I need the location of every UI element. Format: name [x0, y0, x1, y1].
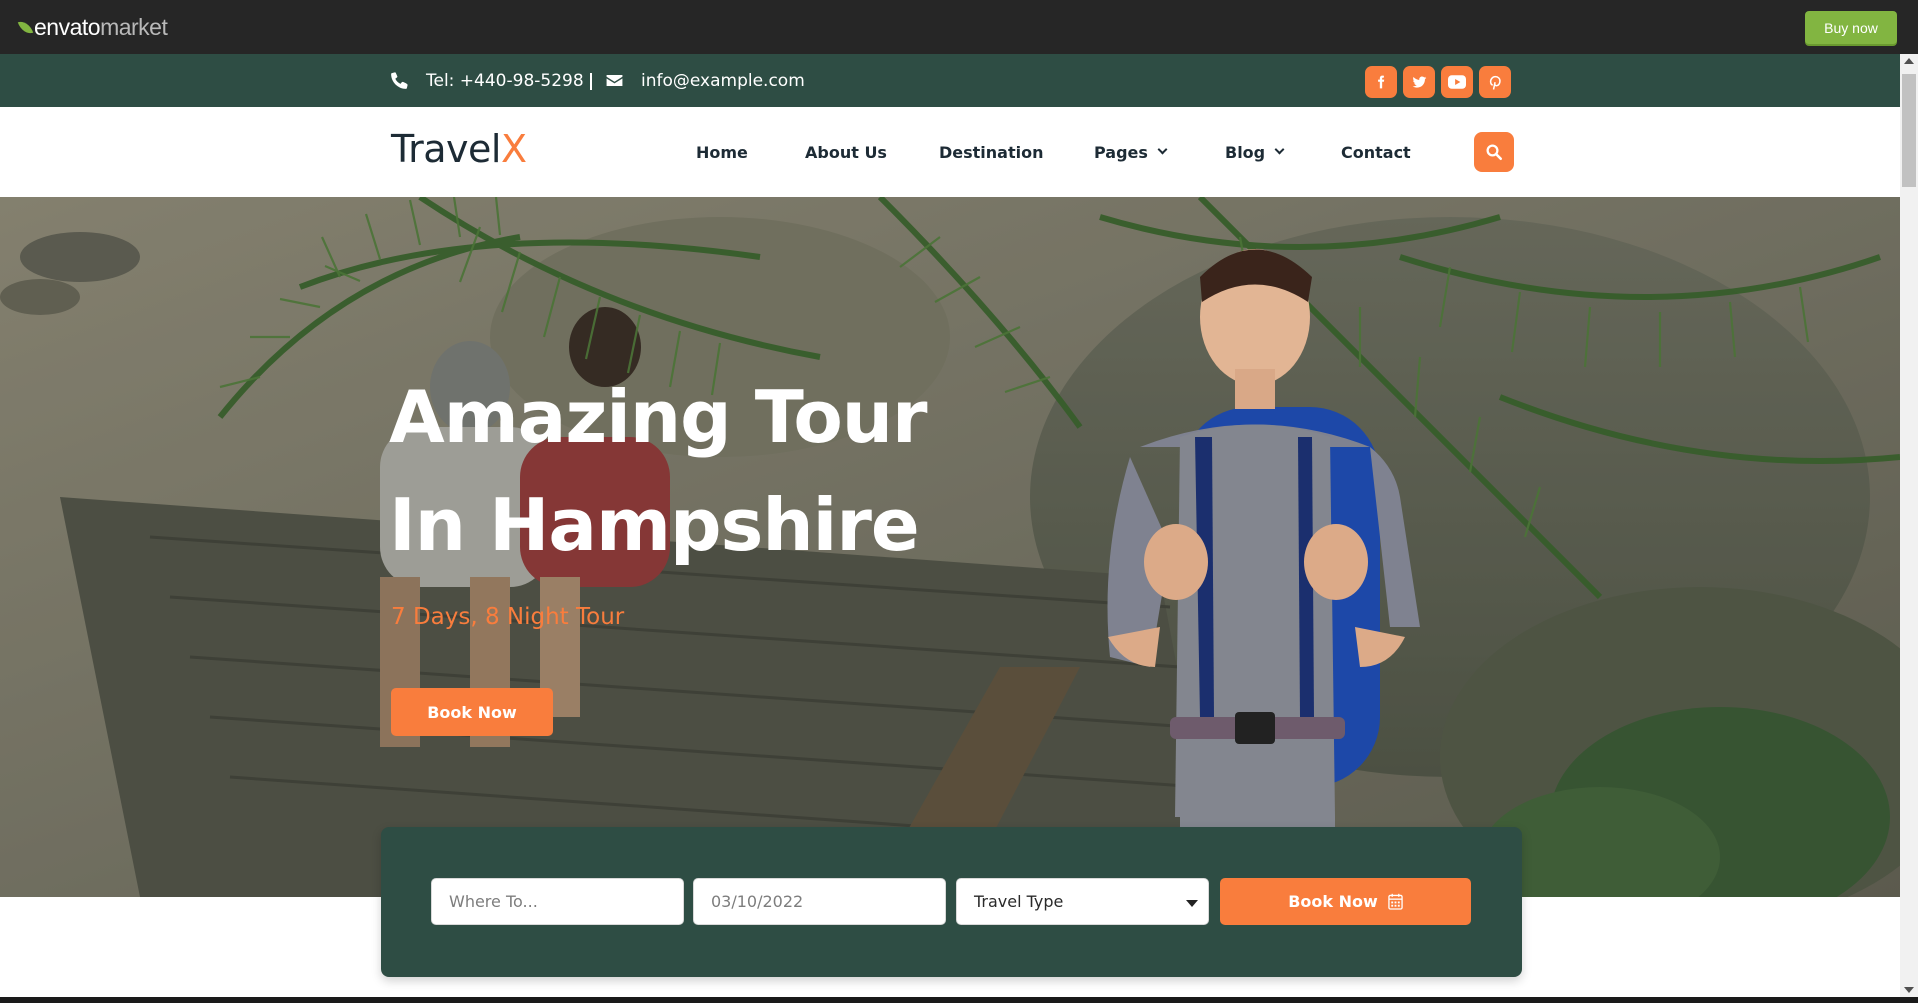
phone-number[interactable]: Tel: +440-98-5298	[426, 54, 584, 107]
buy-now-button[interactable]: Buy now	[1805, 11, 1897, 44]
calendar-icon	[1388, 893, 1403, 910]
scroll-down-arrow-icon[interactable]	[1904, 987, 1914, 993]
nav-home-label: Home	[696, 142, 748, 162]
scroll-thumb[interactable]	[1902, 74, 1916, 187]
site-header: TravelX Home About Us Destination Pages …	[0, 107, 1900, 197]
hero-section: Amazing Tour In Hampshire 7 Days, 8 Nigh…	[0, 197, 1900, 897]
info-bar: Tel: +440-98-5298 info@example.com	[0, 54, 1900, 107]
twitter-icon[interactable]	[1403, 66, 1435, 98]
where-to-placeholder: Where To...	[449, 892, 538, 911]
hero-title-line-2: In Hampshire	[389, 483, 920, 567]
mail-icon	[606, 74, 623, 87]
date-value: 03/10/2022	[711, 892, 804, 911]
phone-icon	[391, 72, 408, 89]
hero-title: Amazing Tour In Hampshire	[389, 363, 1089, 579]
nav-about-us-label: About Us	[805, 142, 887, 162]
envato-logo-market-text: market	[100, 14, 168, 40]
search-icon	[1486, 144, 1503, 161]
facebook-icon[interactable]	[1365, 66, 1397, 98]
site-logo[interactable]: TravelX	[391, 127, 527, 171]
page-scrollbar[interactable]	[1900, 54, 1918, 997]
hero-book-now-button[interactable]: Book Now	[391, 688, 553, 736]
nav-destination[interactable]: Destination	[939, 107, 1044, 197]
travel-type-value: Travel Type	[974, 892, 1064, 911]
scroll-up-arrow-icon[interactable]	[1904, 58, 1914, 64]
brand-accent: X	[500, 127, 527, 171]
booking-submit-button[interactable]: Book Now	[1220, 878, 1471, 925]
envato-logo[interactable]: envato market	[17, 14, 168, 41]
search-button[interactable]	[1474, 132, 1514, 172]
chevron-down-icon	[1157, 144, 1168, 155]
hero-title-line-1: Amazing Tour	[389, 375, 928, 459]
nav-pages[interactable]: Pages	[1094, 107, 1168, 197]
travel-type-select[interactable]: Travel Type	[956, 878, 1209, 925]
nav-blog[interactable]: Blog	[1225, 107, 1285, 197]
nav-blog-label: Blog	[1225, 142, 1266, 162]
nav-contact[interactable]: Contact	[1341, 107, 1411, 197]
nav-destination-label: Destination	[939, 142, 1044, 162]
bottom-edge	[0, 997, 1918, 1003]
nav-about-us[interactable]: About Us	[805, 107, 887, 197]
email-address[interactable]: info@example.com	[641, 54, 805, 107]
nav-home[interactable]: Home	[696, 107, 748, 197]
youtube-icon[interactable]	[1441, 66, 1473, 98]
booking-submit-label: Book Now	[1288, 892, 1378, 911]
brand-name: Travel	[391, 127, 501, 171]
envato-leaf-icon	[17, 18, 34, 37]
pinterest-icon[interactable]	[1479, 66, 1511, 98]
where-to-input[interactable]: Where To...	[431, 878, 684, 925]
booking-form: Where To... 03/10/2022 Travel Type Book …	[381, 827, 1522, 977]
date-input[interactable]: 03/10/2022	[693, 878, 946, 925]
topbar-divider	[590, 73, 592, 90]
envato-bar: envato market Buy now	[0, 0, 1918, 54]
nav-contact-label: Contact	[1341, 142, 1411, 162]
hero-subtitle: 7 Days, 8 Night Tour	[391, 604, 625, 630]
envato-logo-text: envato	[34, 14, 101, 40]
nav-pages-label: Pages	[1094, 142, 1148, 162]
chevron-down-icon	[1274, 144, 1285, 155]
caret-down-icon	[1186, 900, 1198, 907]
